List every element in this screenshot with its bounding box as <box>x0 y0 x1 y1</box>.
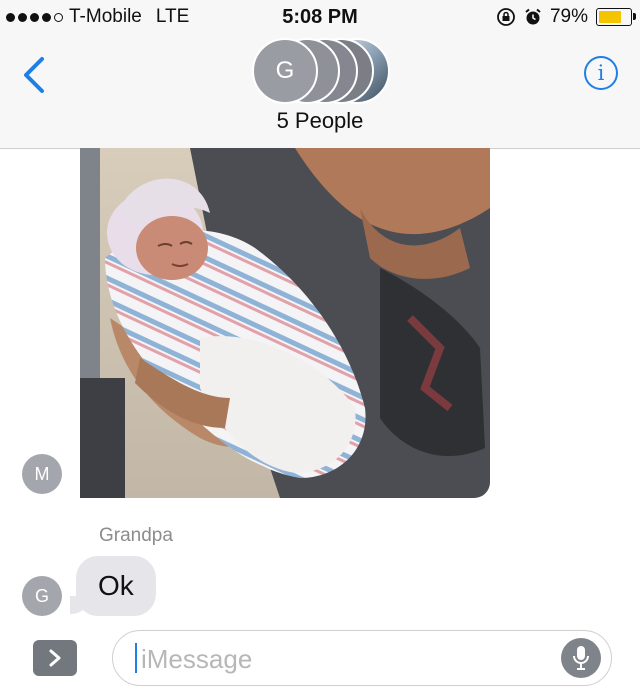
info-button[interactable]: i <box>584 56 618 90</box>
battery-icon <box>596 8 636 26</box>
status-bar: T-Mobile LTE 5:08 PM 79% <box>0 0 640 34</box>
battery-percent: 79% <box>549 6 588 27</box>
message-bubble[interactable]: Ok <box>76 556 156 616</box>
dictation-button[interactable] <box>561 638 601 678</box>
expand-apps-button[interactable] <box>33 640 77 676</box>
newborn-photo <box>80 148 490 498</box>
rotation-lock-icon <box>497 8 515 26</box>
message-placeholder: iMessage <box>141 644 253 674</box>
chevron-right-icon <box>49 649 61 667</box>
microphone-icon <box>573 646 589 670</box>
alarm-icon <box>525 8 541 25</box>
message-input[interactable]: iMessage <box>112 630 612 686</box>
text-caret <box>135 643 137 673</box>
group-avatar-stack[interactable]: G <box>252 38 392 108</box>
sender-name: Grandpa <box>99 525 173 546</box>
group-avatar: G <box>252 38 318 104</box>
sender-avatar-g[interactable]: G <box>22 576 62 616</box>
photo-message[interactable] <box>80 148 490 498</box>
group-name[interactable]: 5 People <box>0 108 640 134</box>
sender-avatar-m[interactable]: M <box>22 454 62 494</box>
conversation-header: G 5 People i <box>0 34 640 149</box>
info-icon: i <box>597 61 605 85</box>
chevron-left-icon <box>24 57 44 93</box>
status-right: 79% <box>496 6 636 28</box>
back-button[interactable] <box>20 56 50 94</box>
